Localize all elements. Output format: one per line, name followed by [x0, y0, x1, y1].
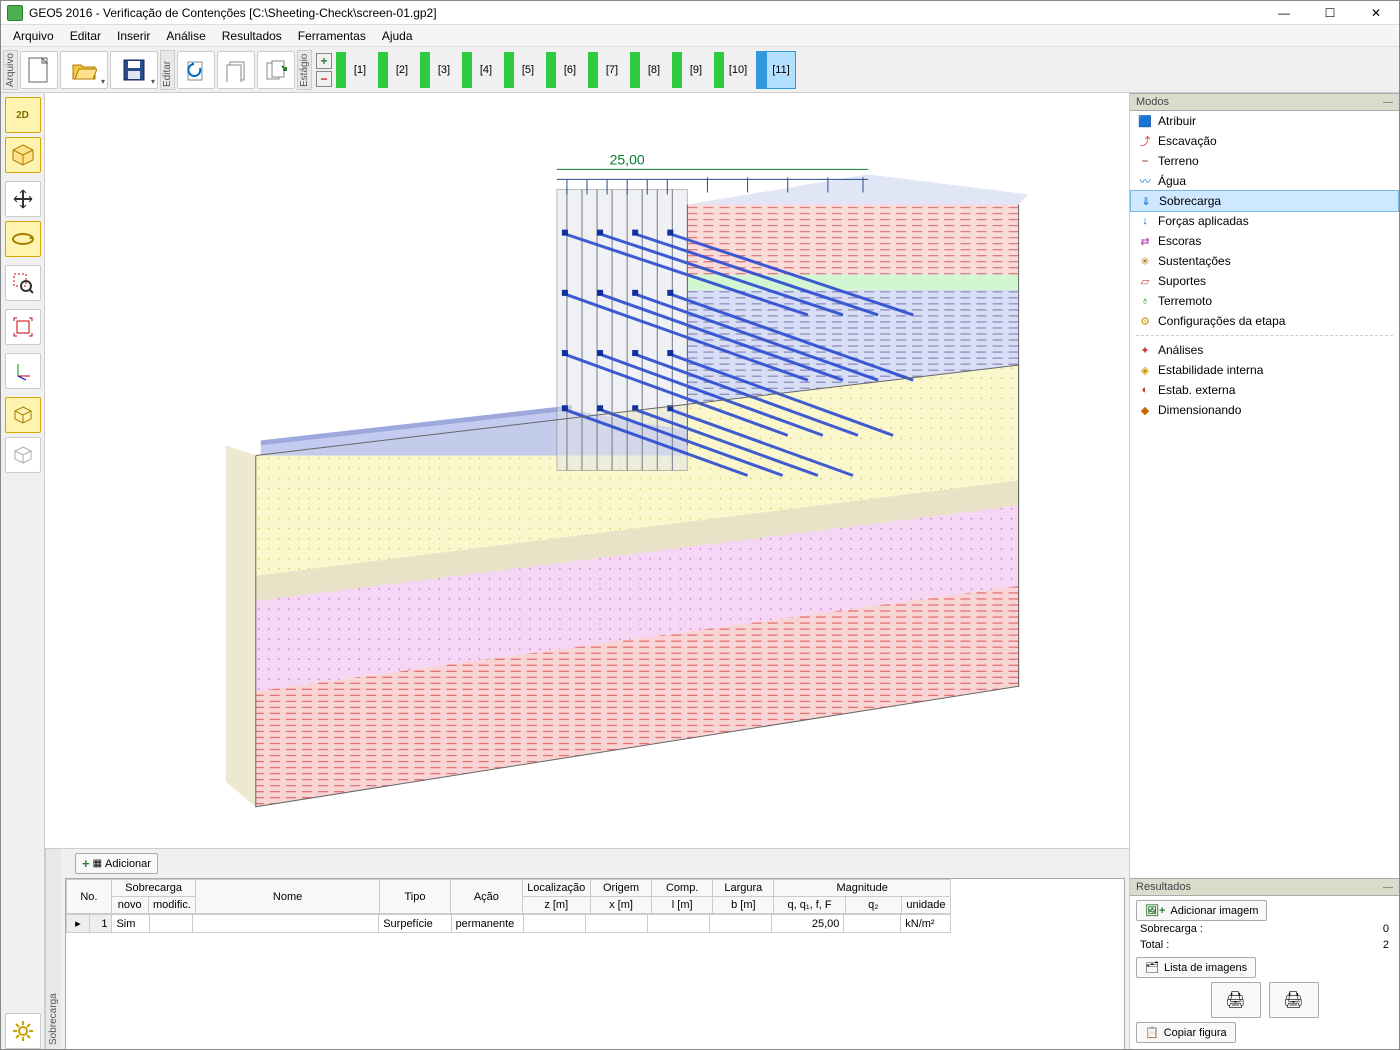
- menu-ajuda[interactable]: Ajuda: [374, 27, 421, 45]
- stage-10[interactable]: [10]: [714, 51, 752, 89]
- mode-escavacao[interactable]: ⤴Escavação: [1130, 131, 1399, 151]
- menu-resultados[interactable]: Resultados: [214, 27, 290, 45]
- mode-sustentacoes[interactable]: ✳Sustentações: [1130, 251, 1399, 271]
- mode-sobrecarga[interactable]: ⇓Sobrecarga: [1130, 190, 1399, 212]
- toolbar-group-file: Arquivo: [3, 50, 18, 90]
- stage-4[interactable]: [4]: [462, 51, 500, 89]
- redo-button[interactable]: [217, 51, 255, 89]
- stage-remove-button[interactable]: −: [316, 71, 332, 87]
- stage-2[interactable]: [2]: [378, 51, 416, 89]
- stage-1[interactable]: [1]: [336, 51, 374, 89]
- stage-11[interactable]: [11]: [756, 51, 796, 89]
- results-panel-header: Resultados—: [1130, 878, 1399, 896]
- zoom-extents-button[interactable]: [5, 309, 41, 345]
- toolbar-group-edit: Editar: [160, 50, 175, 90]
- mode-atribuir[interactable]: 🟦Atribuir: [1130, 111, 1399, 131]
- menu-arquivo[interactable]: Arquivo: [5, 27, 62, 45]
- results-total-label: Total :: [1140, 939, 1169, 951]
- bottom-panel-label: Sobrecarga: [45, 849, 61, 1049]
- menu-inserir[interactable]: Inserir: [109, 27, 158, 45]
- modes-panel-header: Modos—: [1130, 93, 1399, 111]
- results-collapse-icon[interactable]: —: [1383, 882, 1393, 893]
- stage-5[interactable]: [5]: [504, 51, 542, 89]
- undo-button[interactable]: [177, 51, 215, 89]
- maximize-button[interactable]: ☐: [1307, 1, 1353, 25]
- open-file-button[interactable]: ▾: [60, 51, 108, 89]
- modes-list: 🟦Atribuir ⤴Escavação ⎯Terreno 〰Água ⇓Sob…: [1130, 111, 1399, 878]
- new-file-button[interactable]: [20, 51, 58, 89]
- stage-9[interactable]: [9]: [672, 51, 710, 89]
- view-iso-button[interactable]: [5, 397, 41, 433]
- mode-analises[interactable]: ✦Análises: [1130, 340, 1399, 360]
- axes-button[interactable]: [5, 353, 41, 389]
- stage-3[interactable]: [3]: [420, 51, 458, 89]
- rotate-button[interactable]: [5, 221, 41, 257]
- mode-dimensionando[interactable]: ◆Dimensionando: [1130, 400, 1399, 420]
- image-list-button[interactable]: 🗂Lista de imagens: [1136, 957, 1256, 978]
- add-image-button[interactable]: 🖼+Adicionar imagem: [1136, 900, 1267, 921]
- mode-escoras[interactable]: ⇄Escoras: [1130, 231, 1399, 251]
- dimension-label: 25,00: [610, 151, 645, 167]
- view-3d-button[interactable]: [5, 137, 41, 173]
- copy-figure-button[interactable]: 📋Copiar figura: [1136, 1022, 1236, 1043]
- mode-estab-interna[interactable]: ◈Estabilidade interna: [1130, 360, 1399, 380]
- zoom-window-button[interactable]: [5, 265, 41, 301]
- print-button-1[interactable]: 🖨: [1211, 982, 1261, 1018]
- stage-6[interactable]: [6]: [546, 51, 584, 89]
- toolbar-group-stage: Estágio: [297, 50, 312, 90]
- stage-add-button[interactable]: +: [316, 53, 332, 69]
- copy-button[interactable]: [257, 51, 295, 89]
- app-icon: [7, 5, 23, 21]
- menu-ferramentas[interactable]: Ferramentas: [290, 27, 374, 45]
- menu-analise[interactable]: Análise: [158, 27, 213, 45]
- toolbar: Arquivo ▾ ▾ Editar Estágio + − [1] [2] […: [1, 47, 1399, 93]
- modes-collapse-icon[interactable]: —: [1383, 97, 1393, 108]
- results-sobrecarga-value: 0: [1383, 923, 1389, 935]
- stage-7[interactable]: [7]: [588, 51, 626, 89]
- mode-terreno[interactable]: ⎯Terreno: [1130, 151, 1399, 171]
- mode-forcas[interactable]: ↓Forças aplicadas: [1130, 211, 1399, 231]
- mode-agua[interactable]: 〰Água: [1130, 171, 1399, 191]
- stage-8[interactable]: [8]: [630, 51, 668, 89]
- mode-suportes[interactable]: ▱Suportes: [1130, 271, 1399, 291]
- pan-button[interactable]: [5, 181, 41, 217]
- close-button[interactable]: ✕: [1353, 1, 1399, 25]
- mode-terremoto[interactable]: ♁Terremoto: [1130, 291, 1399, 311]
- save-file-button[interactable]: ▾: [110, 51, 158, 89]
- add-row-button[interactable]: +▦ Adicionar: [75, 853, 158, 874]
- results-total-value: 2: [1383, 939, 1389, 951]
- settings-button[interactable]: [5, 1013, 41, 1049]
- model-viewport[interactable]: 25,00: [45, 93, 1129, 849]
- menu-bar: Arquivo Editar Inserir Análise Resultado…: [1, 25, 1399, 47]
- mode-estab-externa[interactable]: ◐Estab. externa: [1130, 380, 1399, 400]
- view-wire-button[interactable]: [5, 437, 41, 473]
- table-row[interactable]: ▸ 1 Sim Surpefície permanente: [67, 915, 951, 933]
- view-2d-button[interactable]: 2D: [5, 97, 41, 133]
- results-sobrecarga-label: Sobrecarga :: [1140, 923, 1203, 935]
- minimize-button[interactable]: —: [1261, 1, 1307, 25]
- mode-config-etapa[interactable]: ⚙Configurações da etapa: [1130, 311, 1399, 331]
- window-title: GEO5 2016 - Verificação de Contenções [C…: [29, 6, 1261, 20]
- menu-editar[interactable]: Editar: [62, 27, 109, 45]
- surcharge-table[interactable]: No. Sobrecarga Nome Tipo Ação Localizaçã…: [65, 878, 1125, 1049]
- print-button-2[interactable]: 🖨: [1269, 982, 1319, 1018]
- left-toolbar: 2D: [1, 93, 45, 1049]
